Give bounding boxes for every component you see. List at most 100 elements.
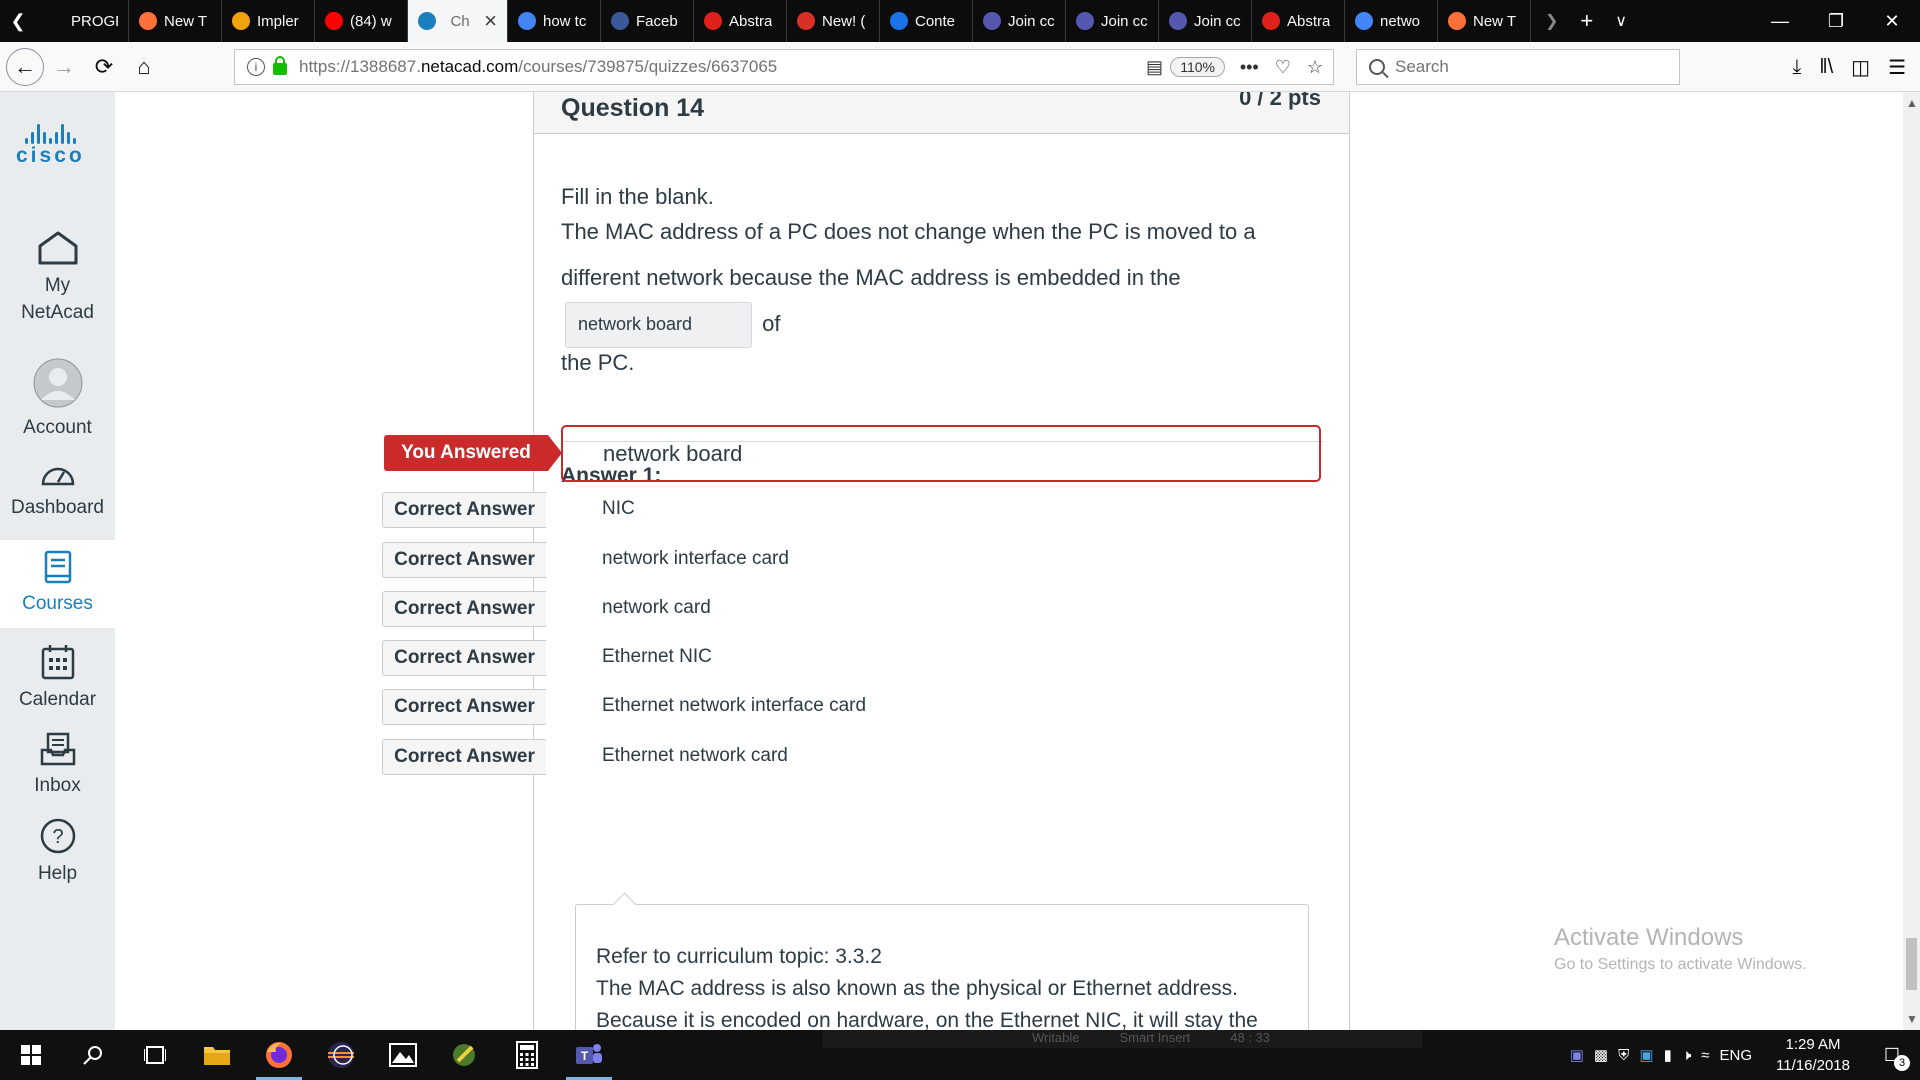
menu-icon[interactable]: ☰ <box>1888 55 1906 80</box>
cisco-icon <box>418 12 436 30</box>
action-center-icon[interactable]: ☐ 3 <box>1874 1037 1910 1073</box>
teams-icon[interactable]: T <box>558 1030 620 1080</box>
tab-label: Join cc <box>1101 12 1148 30</box>
library-icon[interactable]: ‖\ <box>1819 56 1833 79</box>
new-tab-icon[interactable]: + <box>1580 8 1593 34</box>
url-text[interactable]: https://1388687.netacad.com/courses/7398… <box>299 57 777 77</box>
sidebar-item-help[interactable]: ? Help <box>0 810 115 890</box>
list-all-tabs-icon[interactable]: ∨ <box>1615 11 1627 31</box>
file-explorer-icon[interactable] <box>186 1030 248 1080</box>
browser-tab[interactable]: New! ( <box>787 0 880 42</box>
calculator-icon[interactable] <box>496 1030 558 1080</box>
eclipse-icon[interactable] <box>310 1030 372 1080</box>
blank-icon <box>46 12 64 30</box>
browser-tab[interactable]: Ch × <box>408 0 508 42</box>
browser-tab[interactable]: Conte <box>880 0 973 42</box>
tab-label: Impler <box>257 12 299 30</box>
info-icon[interactable]: i <box>247 58 265 76</box>
browser-tab[interactable]: Join cc <box>1066 0 1159 42</box>
browser-tab[interactable]: New T <box>1438 0 1531 42</box>
gmail-icon <box>797 12 815 30</box>
system-tray: ▣ ▩ ⛨ ▣ ▮ 🕨 ≈ ENG 1:29 AM 11/16/2018 ☐ 3 <box>1570 1034 1920 1076</box>
reader-view-icon[interactable]: ▤ <box>1146 57 1163 78</box>
task-view-icon[interactable] <box>124 1030 186 1080</box>
close-tab-icon[interactable]: × <box>484 8 497 34</box>
restore-icon[interactable]: ❐ <box>1808 0 1864 42</box>
more-actions-icon[interactable]: ••• <box>1240 57 1259 78</box>
sidebar-item-my-netacad[interactable]: My NetAcad <box>0 230 115 330</box>
browser-tab[interactable]: Join cc <box>973 0 1066 42</box>
correct-answer-row: Correct Answer Ethernet network card <box>115 735 1115 779</box>
correct-answer-tag: Correct Answer <box>382 492 546 528</box>
sidebar-item-label: NetAcad <box>21 302 94 323</box>
wifi-icon[interactable]: ≈ <box>1701 1047 1709 1064</box>
scroll-up-icon[interactable]: ▲ <box>1906 96 1918 110</box>
teams-tray-icon[interactable]: ▣ <box>1570 1046 1584 1064</box>
bookmark-star-icon[interactable]: ☆ <box>1307 57 1323 78</box>
google-icon <box>1355 12 1373 30</box>
oracle-icon <box>1262 12 1280 30</box>
search-icon[interactable] <box>62 1030 124 1080</box>
volume-muted-icon[interactable]: 🕨 <box>1682 1047 1691 1064</box>
browser-tab[interactable]: (84) w <box>315 0 408 42</box>
minimize-icon[interactable]: — <box>1752 0 1808 42</box>
browser-tab[interactable]: netwo <box>1345 0 1438 42</box>
page-actions: ••• ♡ ☆ <box>1240 57 1323 78</box>
scroll-down-icon[interactable]: ▼ <box>1906 1012 1918 1026</box>
browser-tab[interactable]: New T <box>129 0 222 42</box>
sidebar-item-account[interactable]: Account <box>0 358 115 442</box>
scrollbar-thumb[interactable] <box>1906 938 1917 990</box>
pocket-icon[interactable]: ♡ <box>1275 57 1291 78</box>
tab-scroll-right-icon[interactable]: ❯ <box>1545 11 1558 31</box>
forward-button[interactable]: → <box>44 47 84 87</box>
network-monitor-icon[interactable]: ▩ <box>1594 1046 1608 1064</box>
language-indicator[interactable]: ENG <box>1720 1047 1753 1064</box>
browser-tab[interactable]: Impler <box>222 0 315 42</box>
home-button[interactable]: ⌂ <box>124 47 164 87</box>
youtube-icon <box>325 12 343 30</box>
status-item: 48 : 33 <box>1230 1030 1271 1045</box>
dashboard-icon <box>0 460 115 488</box>
question-sentence: The MAC address of a PC does not change … <box>561 209 1323 349</box>
sidebar-toggle-icon[interactable]: ◫ <box>1851 55 1870 80</box>
courses-icon <box>0 550 115 584</box>
sidebar-item-dashboard[interactable]: Dashboard <box>0 460 115 532</box>
cisco-logo-text: cisco <box>16 144 85 167</box>
tab-label: PROGRAM <box>71 12 118 30</box>
correct-answer-row: Correct Answer Ethernet NIC <box>115 636 1115 680</box>
vertical-scrollbar[interactable]: ▲ ▼ <box>1903 92 1920 1030</box>
sidebar-item-courses[interactable]: Courses <box>0 540 115 628</box>
sidebar-item-inbox[interactable]: Inbox <box>0 724 115 804</box>
browser-tab[interactable]: Abstra <box>1252 0 1345 42</box>
firefox-icon[interactable] <box>248 1030 310 1080</box>
photos-icon[interactable] <box>372 1030 434 1080</box>
windows-start-icon[interactable] <box>0 1030 62 1080</box>
browser-tab[interactable]: PROGRAM <box>36 0 129 42</box>
question-title: Question 14 <box>561 94 705 122</box>
status-item: Writable <box>1032 1030 1080 1045</box>
tab-label: how tc <box>543 12 587 30</box>
battery-icon[interactable]: ▮ <box>1664 1046 1672 1064</box>
google-icon <box>518 12 536 30</box>
browser-tab[interactable]: Abstra <box>694 0 787 42</box>
security-shield-icon[interactable]: ⛨ <box>1618 1047 1629 1064</box>
back-button[interactable]: ← <box>6 47 44 86</box>
navigation-toolbar: ← → ⟳ ⌂ i https://1388687.netacad.com/co… <box>0 42 1920 92</box>
browser-tab[interactable]: Faceb <box>601 0 694 42</box>
app-tool-icon[interactable] <box>434 1030 496 1080</box>
sidebar-item-calendar[interactable]: Calendar <box>0 636 115 716</box>
zoom-indicator[interactable]: 110% <box>1170 57 1225 77</box>
toolbar-right: ⤓ ‖\ ◫ ☰ <box>1792 42 1920 92</box>
firefox-icon <box>139 12 157 30</box>
downloads-icon[interactable]: ⤓ <box>1792 56 1801 79</box>
tab-scroll-left-icon[interactable]: ❮ <box>0 0 36 42</box>
close-window-icon[interactable]: ✕ <box>1864 0 1920 42</box>
search-bar[interactable]: Search <box>1356 49 1680 85</box>
reload-button[interactable]: ⟳ <box>84 47 124 87</box>
url-bar[interactable]: i https://1388687.netacad.com/courses/73… <box>234 49 1334 85</box>
browser-tab[interactable]: how tc <box>508 0 601 42</box>
update-icon[interactable]: ▣ <box>1639 1046 1653 1064</box>
cisco-logo[interactable]: cisco <box>16 122 85 168</box>
clock[interactable]: 1:29 AM 11/16/2018 <box>1776 1034 1850 1076</box>
browser-tab[interactable]: Join cc <box>1159 0 1252 42</box>
